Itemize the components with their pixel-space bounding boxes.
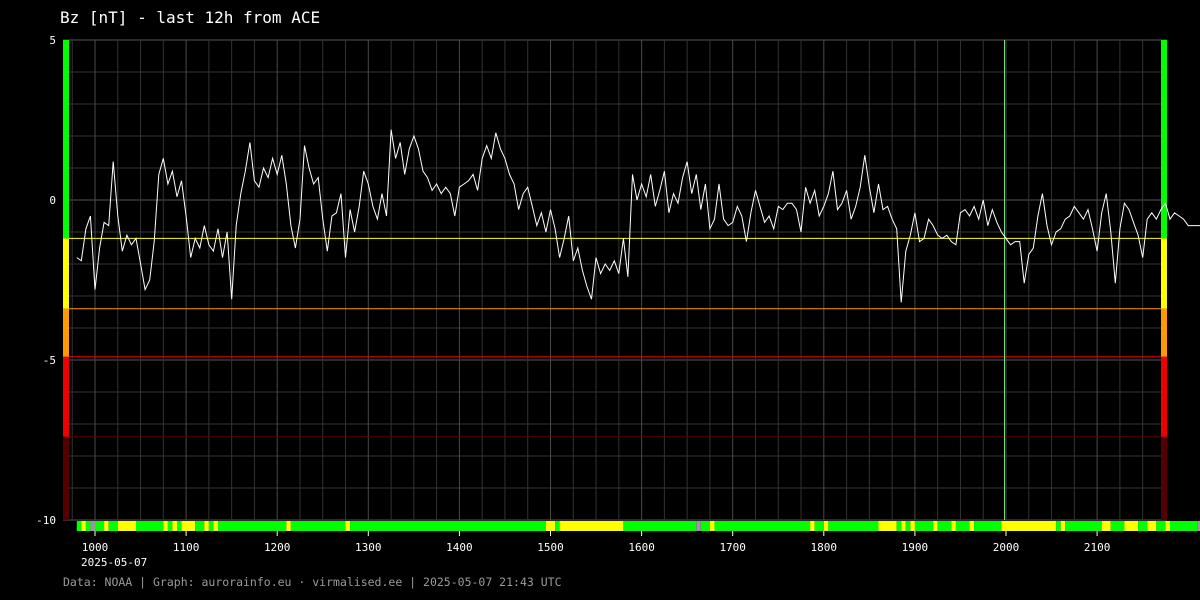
x-axis-ticks: 1000 1100 1200 1300 1400 1500 1600 1700 1800 1900… xyxy=(82,531,1111,554)
status-segment xyxy=(901,521,906,531)
x-tick-label: 1700 xyxy=(719,541,746,554)
y-tick-label: 5 xyxy=(49,34,56,47)
x-tick-label: 2100 xyxy=(1084,541,1111,554)
status-segment xyxy=(700,521,710,531)
scale-band-left xyxy=(63,238,69,309)
y-tick-label: -10 xyxy=(36,514,56,527)
status-segment xyxy=(1156,521,1166,531)
status-segment xyxy=(810,521,815,531)
status-segment xyxy=(85,521,91,531)
status-segment xyxy=(828,521,879,531)
status-segment xyxy=(559,521,624,531)
scale-band-left xyxy=(63,356,69,437)
status-segment xyxy=(1138,521,1148,531)
status-segment xyxy=(709,521,715,531)
status-segment xyxy=(1169,521,1198,531)
status-segment xyxy=(545,521,556,531)
status-segment xyxy=(104,521,109,531)
status-segment xyxy=(974,521,1002,531)
status-segment xyxy=(623,521,697,531)
status-segment xyxy=(1165,521,1170,531)
x-tick-label: 1600 xyxy=(628,541,655,554)
status-segment xyxy=(969,521,975,531)
status-segment xyxy=(823,521,829,531)
status-segment xyxy=(213,521,218,531)
x-tick-label: 1000 xyxy=(82,541,109,554)
status-segment xyxy=(1124,521,1139,531)
status-segment xyxy=(176,521,182,531)
status-segment xyxy=(696,521,701,531)
x-tick-label: 1300 xyxy=(355,541,382,554)
status-segment xyxy=(163,521,168,531)
status-segment xyxy=(955,521,970,531)
status-segment xyxy=(714,521,811,531)
scale-band-right xyxy=(1161,308,1167,357)
status-segment xyxy=(208,521,214,531)
y-axis-ticks: 5 0 -5 -10 xyxy=(36,34,56,527)
status-segment xyxy=(290,521,346,531)
scale-band-right xyxy=(1161,356,1167,437)
status-segment xyxy=(914,521,934,531)
status-segment xyxy=(286,521,291,531)
status-segment xyxy=(90,521,95,531)
status-segment xyxy=(204,521,209,531)
status-segment xyxy=(108,521,118,531)
status-segment xyxy=(350,521,546,531)
status-segment xyxy=(172,521,177,531)
scale-band-left xyxy=(63,40,69,239)
status-segment xyxy=(181,521,196,531)
status-segment xyxy=(117,521,136,531)
x-tick-label: 1400 xyxy=(446,541,473,554)
scale-band-right xyxy=(1161,238,1167,309)
grid xyxy=(63,39,1167,521)
status-segment xyxy=(195,521,205,531)
status-segment xyxy=(878,521,897,531)
scale-band-left xyxy=(63,308,69,357)
status-segment xyxy=(951,521,956,531)
threshold-lines xyxy=(69,237,1161,438)
x-tick-label: 2000 xyxy=(993,541,1020,554)
footer-credits: Data: NOAA | Graph: aurorainfo.eu · virm… xyxy=(63,575,562,589)
status-segment xyxy=(1101,521,1111,531)
x-tick-label: 1200 xyxy=(264,541,291,554)
y-tick-label: -5 xyxy=(43,354,56,367)
status-segment xyxy=(217,521,287,531)
scale-bands xyxy=(63,40,1167,520)
x-tick-label: 1500 xyxy=(537,541,564,554)
status-segment xyxy=(905,521,911,531)
status-segment xyxy=(81,521,86,531)
status-segment xyxy=(1060,521,1066,531)
x-tick-label: 1900 xyxy=(902,541,929,554)
status-segment xyxy=(167,521,173,531)
status-segment xyxy=(95,521,105,531)
status-strip xyxy=(76,521,1200,531)
status-segment xyxy=(896,521,902,531)
status-segment xyxy=(555,521,560,531)
status-segment xyxy=(135,521,164,531)
date-label: 2025-05-07 xyxy=(81,556,147,569)
status-segment xyxy=(76,521,82,531)
bz-line xyxy=(76,129,1200,303)
status-segment xyxy=(933,521,938,531)
x-tick-label: 1100 xyxy=(173,541,200,554)
status-segment xyxy=(937,521,952,531)
status-segment xyxy=(1147,521,1157,531)
scale-band-left xyxy=(63,436,69,520)
status-segment xyxy=(910,521,915,531)
bz-series xyxy=(76,129,1200,303)
status-segment xyxy=(814,521,824,531)
bz-chart: 5 0 -5 -10 1000 1100 1200 1300 1400 1500 1600 1700… xyxy=(36,34,1200,569)
y-tick-label: 0 xyxy=(49,194,56,207)
status-segment xyxy=(1110,521,1125,531)
status-segment xyxy=(1065,521,1102,531)
x-tick-label: 1800 xyxy=(811,541,838,554)
status-segment xyxy=(1001,521,1057,531)
status-segment xyxy=(1056,521,1061,531)
status-segment xyxy=(345,521,351,531)
scale-band-right xyxy=(1161,436,1167,520)
